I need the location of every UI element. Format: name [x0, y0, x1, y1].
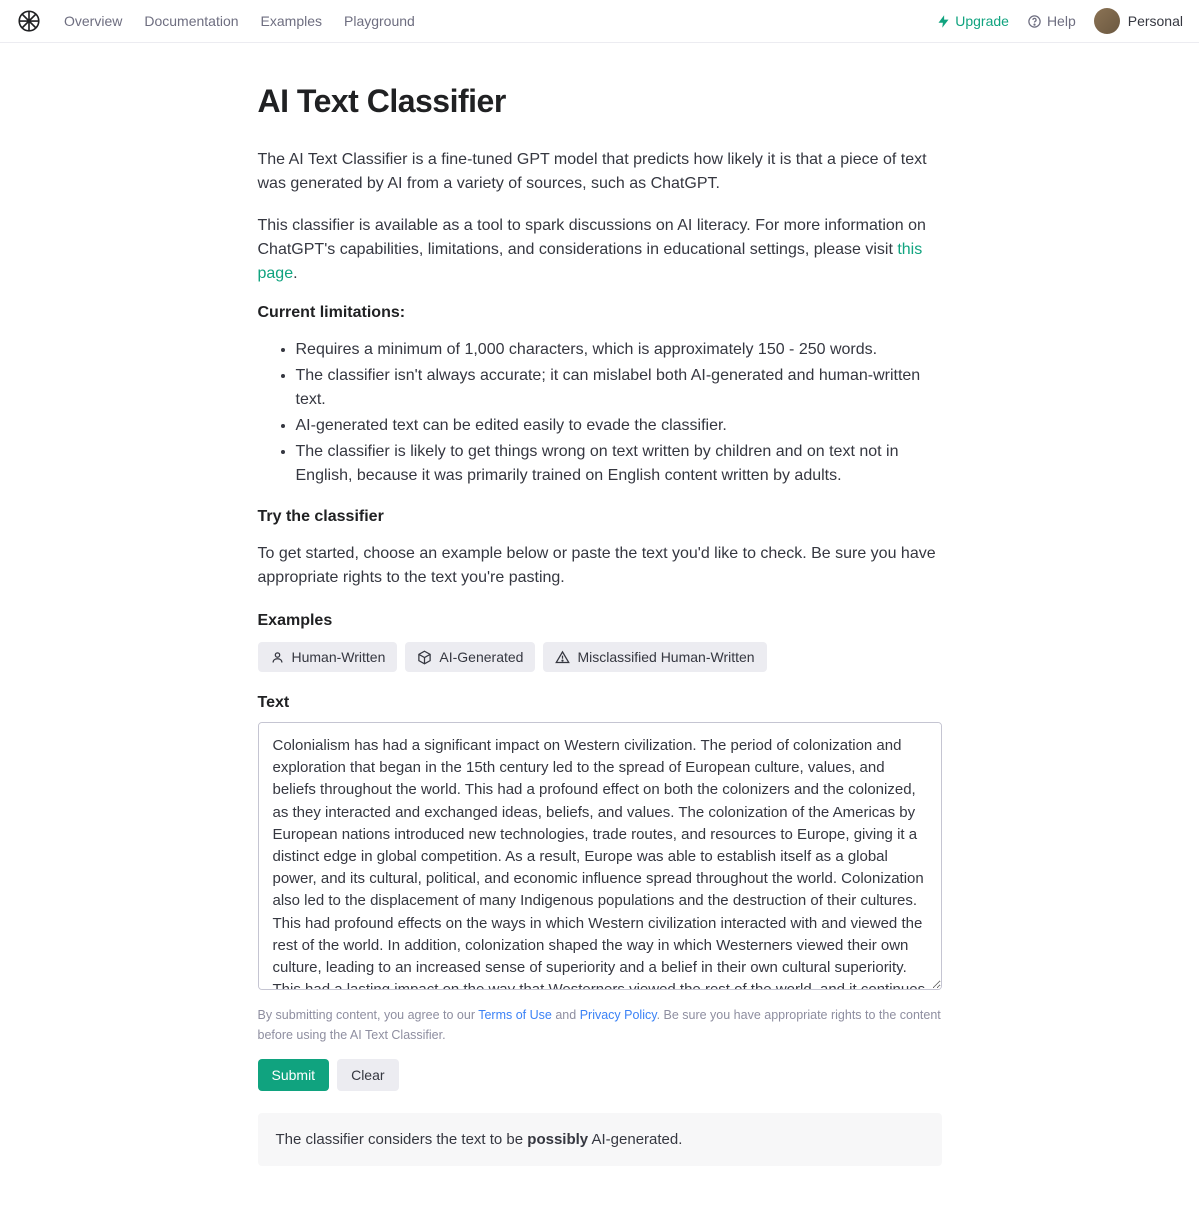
- privacy-link[interactable]: Privacy Policy: [580, 1008, 657, 1022]
- try-label: Try the classifier: [258, 508, 942, 526]
- nav-playground[interactable]: Playground: [344, 13, 415, 29]
- example-chips: Human-Written AI-Generated Misclassified…: [258, 642, 942, 672]
- limitations-list: Requires a minimum of 1,000 characters, …: [258, 338, 942, 488]
- person-icon: [270, 650, 285, 665]
- submit-button[interactable]: Submit: [258, 1059, 330, 1091]
- clear-button[interactable]: Clear: [337, 1059, 398, 1091]
- intro2-post: .: [293, 265, 297, 282]
- disclaimer: By submitting content, you agree to our …: [258, 1005, 942, 1045]
- main-content: AI Text Classifier The AI Text Classifie…: [258, 43, 942, 1226]
- avatar: [1094, 8, 1120, 34]
- bolt-icon: [936, 14, 951, 29]
- result-verdict: possibly: [527, 1131, 588, 1148]
- header: Overview Documentation Examples Playgrou…: [0, 0, 1199, 43]
- examples-heading: Examples: [258, 612, 942, 630]
- try-text: To get started, choose an example below …: [258, 542, 942, 590]
- warning-icon: [555, 650, 570, 665]
- result-pre: The classifier considers the text to be: [276, 1131, 528, 1148]
- disclaimer-and: and: [552, 1008, 580, 1022]
- upgrade-link[interactable]: Upgrade: [936, 13, 1009, 29]
- limitation-item: The classifier isn't always accurate; it…: [296, 364, 942, 412]
- chip-label: AI-Generated: [439, 649, 523, 665]
- help-label: Help: [1047, 13, 1076, 29]
- openai-logo-icon[interactable]: [16, 8, 42, 34]
- limitations-label: Current limitations:: [258, 304, 942, 322]
- page-title: AI Text Classifier: [258, 83, 942, 120]
- text-heading: Text: [258, 694, 942, 712]
- nav-documentation[interactable]: Documentation: [144, 13, 238, 29]
- help-icon: [1027, 14, 1042, 29]
- header-right: Upgrade Help Personal: [936, 8, 1183, 34]
- text-input[interactable]: [258, 722, 942, 990]
- chip-label: Human-Written: [292, 649, 386, 665]
- header-left: Overview Documentation Examples Playgrou…: [16, 8, 415, 34]
- intro-section: The AI Text Classifier is a fine-tuned G…: [258, 148, 942, 286]
- help-link[interactable]: Help: [1027, 13, 1076, 29]
- chip-human-written[interactable]: Human-Written: [258, 642, 398, 672]
- upgrade-label: Upgrade: [955, 13, 1009, 29]
- nav-links: Overview Documentation Examples Playgrou…: [64, 13, 415, 29]
- account-menu[interactable]: Personal: [1094, 8, 1183, 34]
- terms-link[interactable]: Terms of Use: [478, 1008, 552, 1022]
- intro-paragraph-2: This classifier is available as a tool t…: [258, 214, 942, 286]
- button-row: Submit Clear: [258, 1059, 942, 1091]
- intro2-pre: This classifier is available as a tool t…: [258, 217, 926, 258]
- chip-label: Misclassified Human-Written: [577, 649, 754, 665]
- limitation-item: The classifier is likely to get things w…: [296, 440, 942, 488]
- limitation-item: AI-generated text can be edited easily t…: [296, 414, 942, 438]
- cube-icon: [417, 650, 432, 665]
- limitation-item: Requires a minimum of 1,000 characters, …: [296, 338, 942, 362]
- result-post: AI-generated.: [588, 1131, 682, 1148]
- intro-paragraph-1: The AI Text Classifier is a fine-tuned G…: [258, 148, 942, 196]
- account-label: Personal: [1128, 13, 1183, 29]
- result-box: The classifier considers the text to be …: [258, 1113, 942, 1166]
- nav-overview[interactable]: Overview: [64, 13, 122, 29]
- disclaimer-pre: By submitting content, you agree to our: [258, 1008, 479, 1022]
- nav-examples[interactable]: Examples: [261, 13, 322, 29]
- chip-ai-generated[interactable]: AI-Generated: [405, 642, 535, 672]
- chip-misclassified[interactable]: Misclassified Human-Written: [543, 642, 766, 672]
